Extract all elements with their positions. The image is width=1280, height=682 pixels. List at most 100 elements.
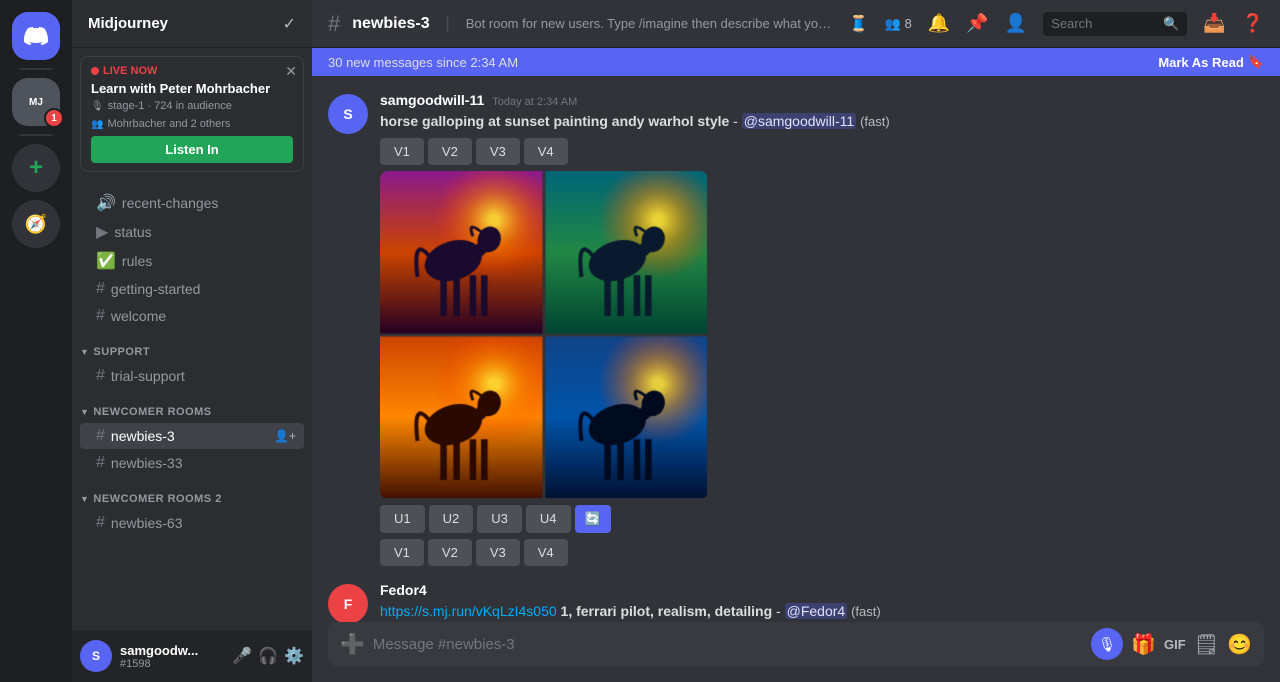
channel-item-status[interactable]: ▶ status xyxy=(80,218,304,246)
username-label: samgoodw... xyxy=(120,643,224,658)
message-bold-text: horse galloping at sunset painting andy … xyxy=(380,113,729,129)
message-timestamp: Today at 2:34 AM xyxy=(492,96,577,108)
check-icon: ✅ xyxy=(96,251,116,271)
message-input[interactable] xyxy=(373,636,1083,653)
channel-hash-icon: # xyxy=(328,11,340,37)
live-now-banner: LIVE NOW Learn with Peter Mohrbacher 🎙 s… xyxy=(80,56,304,172)
server-divider-2 xyxy=(20,134,52,136)
members-icon: 👥 xyxy=(885,16,901,31)
hashthread-icon[interactable]: 🧵 xyxy=(849,14,869,34)
category-newcomer-rooms-2[interactable]: ▼ NEWCOMER ROOMS 2 xyxy=(72,477,312,509)
message-link[interactable]: https://s.mj.run/vKqLzI4s050 xyxy=(380,603,557,619)
server-bar: MJ + 🧭 xyxy=(0,0,72,682)
channel-item-newbies-63[interactable]: # newbies-63 xyxy=(80,510,304,536)
v3-button-bottom[interactable]: V3 xyxy=(476,539,520,566)
u2-button[interactable]: U2 xyxy=(429,505,474,533)
collapse-icon-3: ▼ xyxy=(80,494,89,504)
live-banner-close[interactable]: ✕ xyxy=(285,63,297,80)
listen-in-button[interactable]: Listen In xyxy=(91,136,293,163)
gift-icon[interactable]: 🎁 xyxy=(1131,632,1156,657)
channel-sidebar: Midjourney ✓ LIVE NOW Learn with Peter M… xyxy=(72,0,312,682)
headphones-icon[interactable]: 🎧 xyxy=(258,646,278,666)
message-header-2: Fedor4 xyxy=(380,582,1264,598)
channel-header: # newbies-3 | Bot room for new users. Ty… xyxy=(312,0,1280,48)
action-buttons-u: U1 U2 U3 U4 🔄 xyxy=(380,505,1264,533)
help-icon[interactable]: ❓ xyxy=(1242,13,1264,34)
member-count: 👥 8 xyxy=(885,16,912,32)
gif-icon[interactable]: GIF xyxy=(1164,637,1186,652)
search-icon: 🔍 xyxy=(1163,16,1179,32)
live-title: Learn with Peter Mohrbacher xyxy=(91,81,293,96)
explore-servers-icon[interactable]: 🧭 xyxy=(12,200,60,248)
message-text: horse galloping at sunset painting andy … xyxy=(380,112,1264,132)
message-text-2: https://s.mj.run/vKqLzI4s050 1, ferrari … xyxy=(380,602,1264,622)
message-header: samgoodwill-11 Today at 2:34 AM xyxy=(380,92,1264,108)
u3-button[interactable]: U3 xyxy=(477,505,522,533)
u4-button[interactable]: U4 xyxy=(526,505,571,533)
v2-button-top[interactable]: V2 xyxy=(428,138,472,165)
hash-icon-4: # xyxy=(96,427,105,445)
messages-area: S samgoodwill-11 Today at 2:34 AM horse … xyxy=(312,76,1280,622)
message-username: samgoodwill-11 xyxy=(380,92,484,108)
midjourney-server-icon[interactable]: MJ xyxy=(12,78,60,126)
pin-icon[interactable]: 📌 xyxy=(966,13,988,34)
search-bar[interactable]: Search 🔍 xyxy=(1043,12,1187,36)
live-meta: 🎙 stage-1 · 724 in audience xyxy=(91,100,293,112)
arrow-right-icon: ▶ xyxy=(96,222,108,242)
message-tag: (fast) xyxy=(860,114,890,129)
channel-item-newbies-33[interactable]: # newbies-33 xyxy=(80,450,304,476)
main-content: # newbies-3 | Bot room for new users. Ty… xyxy=(312,0,1280,682)
channel-description: Bot room for new users. Type /imagine th… xyxy=(466,16,837,31)
horse-image-grid[interactable] xyxy=(380,171,708,499)
v1-button-bottom[interactable]: V1 xyxy=(380,539,424,566)
notification-icon[interactable]: 🔔 xyxy=(928,13,950,34)
collapse-icon-2: ▼ xyxy=(80,407,89,417)
add-file-icon[interactable]: ➕ xyxy=(340,632,365,657)
channel-item-recent-changes[interactable]: 🔊 recent-changes xyxy=(80,189,304,217)
channel-item-newbies-3[interactable]: # newbies-3 👤+ xyxy=(80,423,304,449)
mic-icon[interactable]: 🎤 xyxy=(232,646,252,666)
mark-as-read-button[interactable]: Mark As Read 🔖 xyxy=(1158,54,1264,70)
channel-item-rules[interactable]: ✅ rules xyxy=(80,247,304,275)
v4-button-top[interactable]: V4 xyxy=(524,138,568,165)
add-server-button[interactable]: + xyxy=(12,144,60,192)
new-messages-banner: 30 new messages since 2:34 AM Mark As Re… xyxy=(312,48,1280,76)
message-tag-2: (fast) xyxy=(851,604,881,619)
collapse-icon: ▼ xyxy=(80,347,89,357)
voice-button[interactable]: 🎙 xyxy=(1091,628,1123,660)
sticker-icon[interactable]: 🗒 xyxy=(1194,632,1219,657)
v2-button-bottom[interactable]: V2 xyxy=(428,539,472,566)
message-mention[interactable]: @samgoodwill-11 xyxy=(742,113,856,129)
action-buttons-v-top: V1 V2 V3 V4 xyxy=(380,138,1264,165)
message-content-2: Fedor4 https://s.mj.run/vKqLzI4s050 1, f… xyxy=(380,582,1264,622)
live-participants: 👥 Mohrbacher and 2 others xyxy=(91,118,293,130)
server-divider xyxy=(20,68,52,70)
avatar-group-icon: 👥 xyxy=(91,119,103,130)
channel-item-welcome[interactable]: # welcome xyxy=(80,303,304,329)
refresh-button[interactable]: 🔄 xyxy=(575,505,611,533)
discord-home-icon[interactable] xyxy=(12,12,60,60)
message-mention-2[interactable]: @Fedor4 xyxy=(785,603,848,619)
hash-icon: # xyxy=(96,280,105,298)
channel-item-getting-started[interactable]: # getting-started xyxy=(80,276,304,302)
settings-icon[interactable]: ⚙️ xyxy=(284,646,304,666)
v3-button-top[interactable]: V3 xyxy=(476,138,520,165)
message-avatar-2: F xyxy=(328,584,368,622)
chevron-down-icon: ✓ xyxy=(283,14,296,34)
u1-button[interactable]: U1 xyxy=(380,505,425,533)
channel-item-trial-support[interactable]: # trial-support xyxy=(80,363,304,389)
channel-list: 🔊 recent-changes ▶ status ✅ rules # gett… xyxy=(72,180,312,630)
header-icons: 🧵 👥 8 🔔 📌 👤 Search 🔍 📥 ❓ xyxy=(849,12,1264,36)
category-support[interactable]: ▼ SUPPORT xyxy=(72,330,312,362)
server-header[interactable]: Midjourney ✓ xyxy=(72,0,312,48)
user-panel: S samgoodw... #1598 🎤 🎧 ⚙️ xyxy=(72,630,312,682)
member-list-icon[interactable]: 👤 xyxy=(1005,13,1027,34)
inbox-icon[interactable]: 📥 xyxy=(1203,13,1225,34)
v1-button-top[interactable]: V1 xyxy=(380,138,424,165)
message-content: samgoodwill-11 Today at 2:34 AM horse ga… xyxy=(380,92,1264,566)
v4-button-bottom[interactable]: V4 xyxy=(524,539,568,566)
emoji-icon[interactable]: 😊 xyxy=(1227,632,1252,657)
live-dot xyxy=(91,67,99,75)
message-row-2: F Fedor4 https://s.mj.run/vKqLzI4s050 1,… xyxy=(328,582,1264,622)
category-newcomer-rooms[interactable]: ▼ NEWCOMER ROOMS xyxy=(72,390,312,422)
